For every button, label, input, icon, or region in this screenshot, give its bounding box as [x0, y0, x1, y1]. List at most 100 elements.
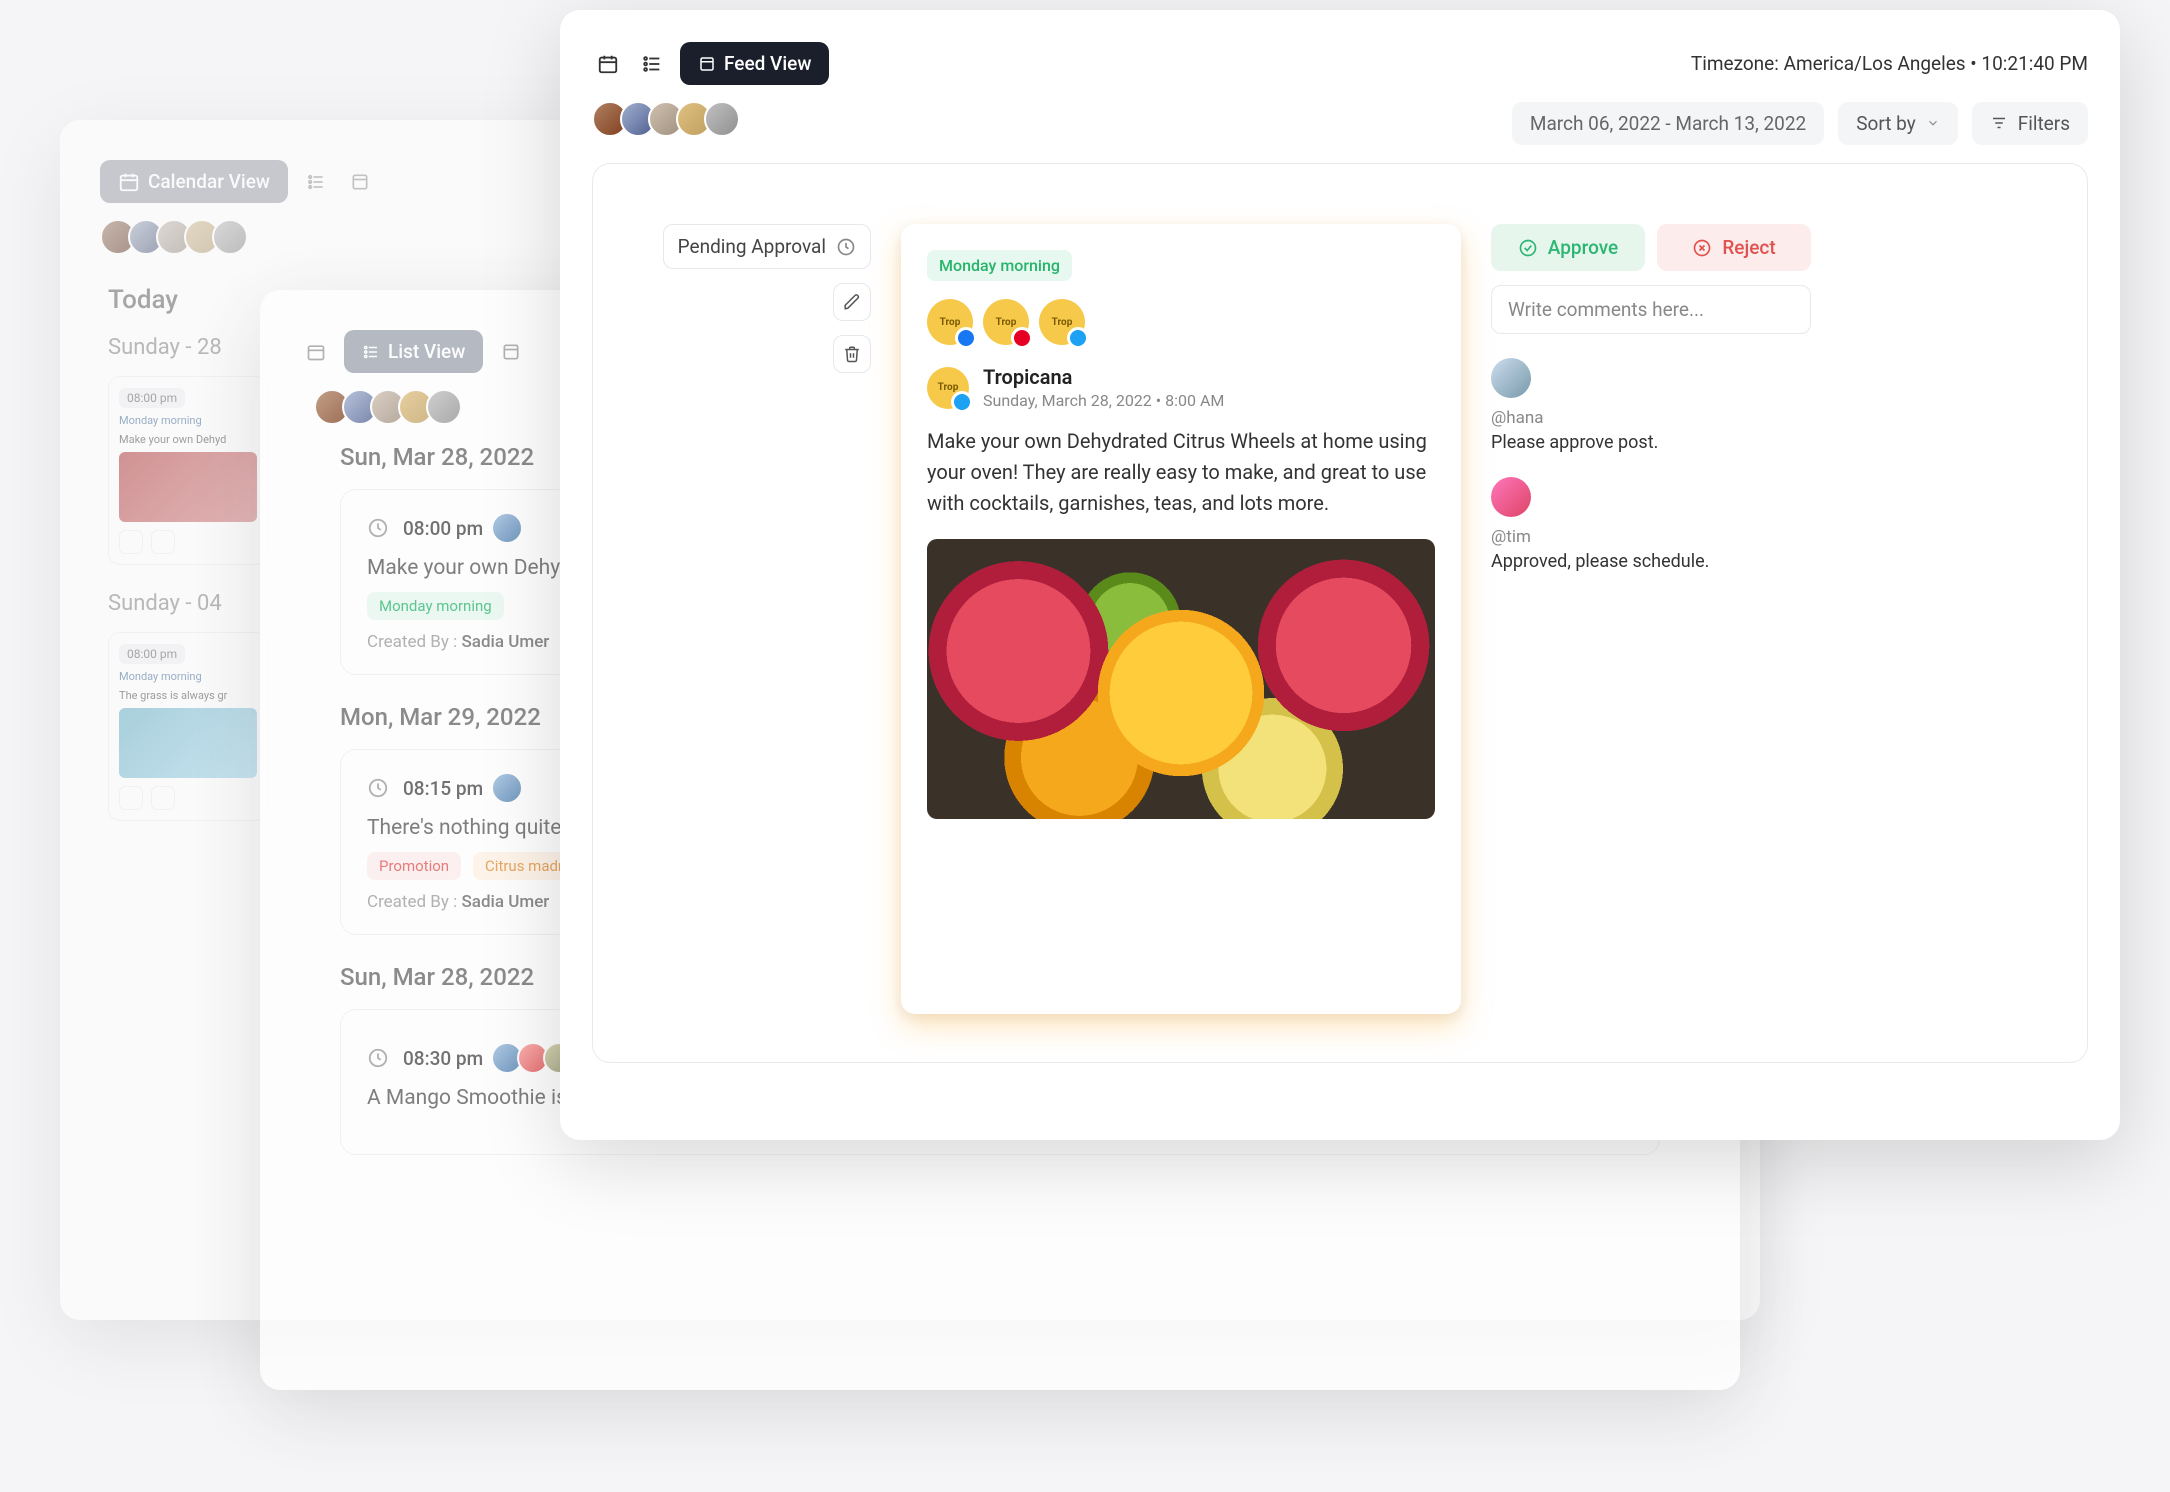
- comment-item: @tim Approved, please schedule.: [1491, 477, 1811, 572]
- sort-by-dropdown[interactable]: Sort by: [1838, 102, 1958, 145]
- list-view-icon-button[interactable]: [636, 48, 668, 80]
- account-chip-facebook[interactable]: Trop: [927, 299, 973, 345]
- calendar-icon: [597, 53, 619, 75]
- post-image: [927, 539, 1435, 819]
- status-label: Pending Approval: [678, 235, 826, 258]
- calendar-view-icon-button[interactable]: [300, 336, 332, 368]
- thumbnail: [119, 452, 257, 522]
- comment-user: @tim: [1491, 527, 1811, 547]
- twitter-icon: [951, 391, 973, 413]
- time: 08:15 pm: [403, 777, 483, 800]
- commenter-avatar: [1491, 358, 1531, 398]
- account-chip-twitter[interactable]: Trop: [1039, 299, 1085, 345]
- label: Reject: [1722, 236, 1775, 259]
- clock-icon: [367, 517, 389, 539]
- comment-icon[interactable]: [151, 786, 175, 810]
- list-icon: [362, 343, 380, 361]
- time-pill: 08:00 pm: [119, 388, 185, 408]
- author-avatar: Trop: [927, 367, 969, 409]
- avatar[interactable]: [426, 389, 462, 425]
- x-circle-icon: [1692, 238, 1712, 258]
- twitter-icon: [1067, 327, 1089, 349]
- feed-view-button[interactable]: Feed View: [680, 42, 829, 85]
- account-avatar: [491, 512, 523, 544]
- post-timestamp: Sunday, March 28, 2022 • 8:00 AM: [983, 391, 1224, 410]
- account-avatar: [491, 772, 523, 804]
- label: Calendar View: [148, 170, 270, 193]
- feed-icon: [501, 342, 521, 362]
- calendar-card[interactable]: 08:00 pm Monday morning The grass is alw…: [108, 632, 268, 821]
- filter-icon: [1990, 114, 2008, 132]
- check-circle-icon: [1518, 238, 1538, 258]
- calendar-view-icon-button[interactable]: [592, 48, 624, 80]
- comment-text: Approved, please schedule.: [1491, 551, 1811, 572]
- label: List View: [388, 340, 465, 363]
- tag: Monday morning: [367, 592, 504, 620]
- calendar-card[interactable]: 08:00 pm Monday morning Make your own De…: [108, 376, 268, 565]
- reject-button[interactable]: Reject: [1657, 224, 1811, 271]
- feed-view-icon-button[interactable]: [344, 166, 376, 198]
- time-pill: 08:00 pm: [119, 644, 185, 664]
- author-name: Tropicana: [983, 365, 1224, 389]
- feed-icon: [350, 172, 370, 192]
- pinterest-icon: [1011, 327, 1033, 349]
- approve-button[interactable]: Approve: [1491, 224, 1645, 271]
- post-tag: Monday morning: [927, 250, 1072, 281]
- calendar-icon: [118, 171, 140, 193]
- feed-icon: [698, 55, 716, 73]
- facebook-icon: [955, 327, 977, 349]
- feed-body: Pending Approval Monday morning Trop Tro…: [592, 163, 2088, 1063]
- chevron-down-icon: [1926, 116, 1940, 130]
- sub-toolbar: March 06, 2022 - March 13, 2022 Sort by …: [592, 101, 2088, 145]
- feed-left-column: Pending Approval: [641, 224, 871, 1014]
- tag: Monday morning: [119, 414, 257, 427]
- tag: Monday morning: [119, 670, 257, 683]
- toolbar: Feed View Timezone: America/Los Angeles …: [592, 42, 2088, 85]
- list-icon: [641, 53, 663, 75]
- status-pill: Pending Approval: [663, 224, 871, 269]
- commenter-avatar: [1491, 477, 1531, 517]
- list-view-button[interactable]: List View: [344, 330, 483, 373]
- feed-view-icon-button[interactable]: [495, 336, 527, 368]
- list-view-icon-button[interactable]: [300, 166, 332, 198]
- filters-button[interactable]: Filters: [1972, 102, 2088, 145]
- date-range-picker[interactable]: March 06, 2022 - March 13, 2022: [1512, 102, 1824, 145]
- edit-icon[interactable]: [119, 786, 143, 810]
- label: Approve: [1548, 236, 1618, 259]
- trash-icon: [843, 345, 861, 363]
- collaborator-avatars: [592, 101, 740, 137]
- comment-input[interactable]: Write comments here...: [1491, 285, 1811, 334]
- label: Sort by: [1856, 112, 1916, 135]
- calendar-view-button[interactable]: Calendar View: [100, 160, 288, 203]
- account-icons: Trop Trop Trop: [927, 299, 1435, 345]
- feed-right-column: Approve Reject Write comments here... @h…: [1491, 224, 1811, 1014]
- thumbnail: [119, 708, 257, 778]
- post-header: Trop Tropicana Sunday, March 28, 2022 • …: [927, 365, 1435, 410]
- comment-user: @hana: [1491, 408, 1811, 428]
- time: 08:30 pm: [403, 1047, 483, 1070]
- delete-button[interactable]: [833, 335, 871, 373]
- avatar[interactable]: [704, 101, 740, 137]
- label: Feed View: [724, 52, 811, 75]
- comment-text: Please approve post.: [1491, 432, 1811, 453]
- comment-icon[interactable]: [151, 530, 175, 554]
- edit-icon[interactable]: [119, 530, 143, 554]
- timezone-display: Timezone: America/Los Angeles • 10:21:40…: [1691, 52, 2088, 75]
- date-range-label: March 06, 2022 - March 13, 2022: [1530, 112, 1806, 135]
- post-card: Monday morning Trop Trop Trop Trop Tropi…: [901, 224, 1461, 1014]
- comment-item: @hana Please approve post.: [1491, 358, 1811, 453]
- action-row: Approve Reject: [1491, 224, 1811, 271]
- pencil-icon: [843, 293, 861, 311]
- preview-text: The grass is always gr: [119, 689, 257, 702]
- post-body-text: Make your own Dehydrated Citrus Wheels a…: [927, 426, 1435, 519]
- clock-icon: [367, 777, 389, 799]
- list-icon: [306, 172, 326, 192]
- preview-text: Make your own Dehyd: [119, 433, 257, 446]
- time: 08:00 pm: [403, 517, 483, 540]
- calendar-icon: [306, 342, 326, 362]
- account-chip-pinterest[interactable]: Trop: [983, 299, 1029, 345]
- edit-button[interactable]: [833, 283, 871, 321]
- label: Filters: [2018, 112, 2070, 135]
- clock-icon: [367, 1047, 389, 1069]
- avatar[interactable]: [212, 219, 248, 255]
